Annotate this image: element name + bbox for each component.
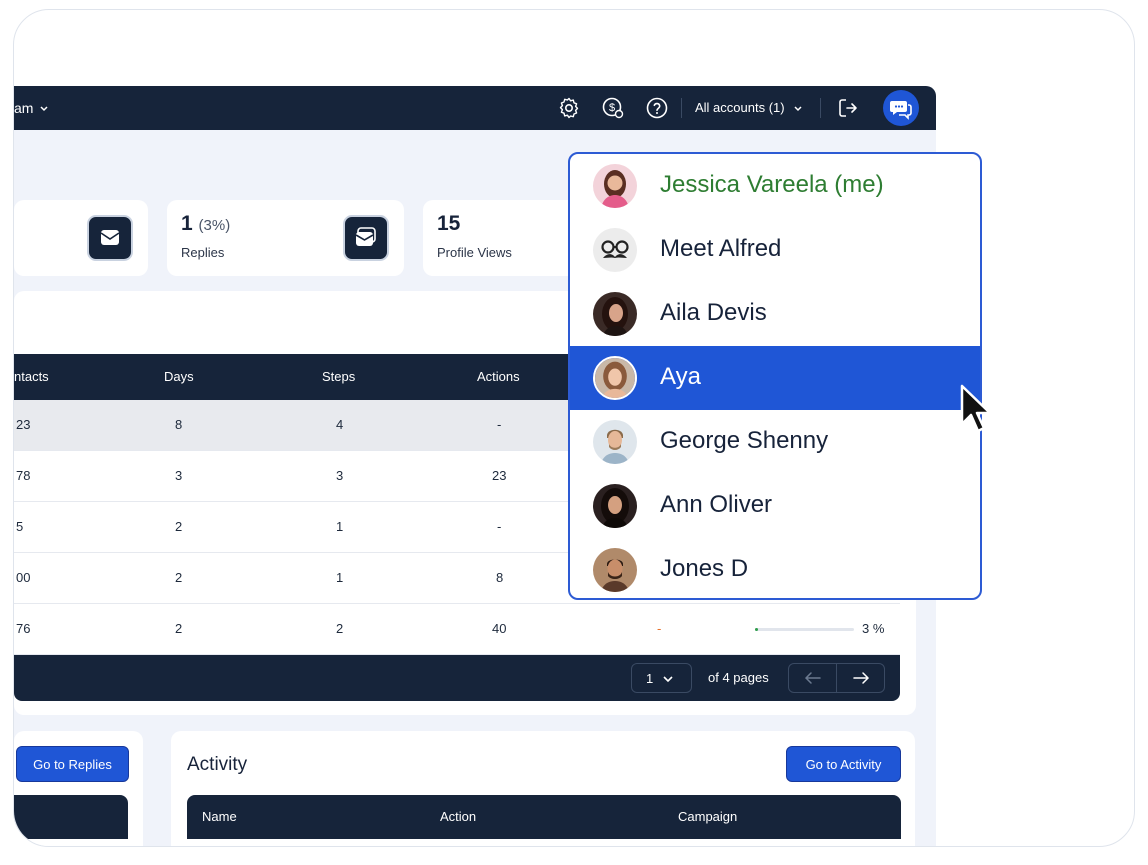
activity-title: Activity (187, 754, 248, 775)
account-item-aila[interactable]: Aila Devis (570, 282, 980, 346)
go-to-activity-button[interactable]: Go to Activity (786, 746, 901, 782)
page-number: 1 (646, 671, 654, 686)
account-item-jones[interactable]: Jones D (570, 538, 980, 598)
col-days[interactable]: Days (164, 369, 194, 384)
cell-steps: 3 (336, 468, 344, 483)
prev-page-button[interactable] (788, 663, 837, 693)
chat-icon (890, 101, 912, 120)
col-actions[interactable]: Actions (477, 369, 520, 384)
page-select[interactable]: 1 (631, 663, 692, 693)
divider (820, 98, 821, 118)
replies-table-header (14, 795, 128, 839)
progress-label: 3 % (862, 621, 885, 636)
account-item-jessica[interactable]: Jessica Vareela (me) (570, 154, 980, 218)
team-selector[interactable]: am (14, 100, 49, 116)
chat-button[interactable] (883, 90, 919, 126)
col-name[interactable]: Name (202, 809, 237, 824)
col-contacts[interactable]: ntacts (14, 369, 49, 384)
cell-days: 2 (175, 621, 183, 636)
progress-fill (755, 628, 758, 631)
avatar (593, 292, 637, 336)
cell-contacts: 23 (16, 417, 31, 432)
cell-actions: 23 (492, 468, 507, 483)
account-name: Meet Alfred (660, 235, 782, 262)
account-name: Jessica Vareela (me) (660, 171, 884, 198)
account-switcher-dropdown: Jessica Vareela (me) Meet Alfred Aila De… (568, 152, 982, 600)
cell-days: 8 (175, 417, 183, 432)
col-steps[interactable]: Steps (322, 369, 355, 384)
cell-contacts: 78 (16, 468, 31, 483)
accounts-label: All accounts (1) (695, 100, 785, 115)
team-label: am (14, 100, 34, 116)
arrow-right-icon (853, 672, 870, 684)
cell-actions: - (497, 519, 502, 534)
page-count-label: of 4 pages (708, 670, 769, 685)
avatar (593, 484, 637, 528)
cell-contacts: 5 (16, 519, 24, 534)
col-campaign[interactable]: Campaign (678, 809, 737, 824)
message-kpi-icon (87, 215, 133, 261)
go-to-replies-button[interactable]: Go to Replies (16, 746, 129, 782)
chevron-down-icon (794, 106, 802, 111)
logout-icon[interactable] (836, 96, 860, 120)
account-item-george[interactable]: George Shenny (570, 410, 980, 474)
replies-count: 1 (3%) (181, 212, 231, 235)
reply-icon (355, 227, 376, 246)
svg-text:$: $ (609, 102, 615, 114)
avatar (593, 164, 637, 208)
accounts-selector[interactable]: All accounts (1) (695, 100, 803, 115)
cell-actions: - (497, 417, 502, 432)
cell-status: - (657, 621, 662, 636)
cell-contacts: 00 (16, 570, 31, 585)
kpi-card-replies: 1 (3%) Replies (167, 200, 404, 276)
cell-steps: 1 (336, 519, 344, 534)
account-item-ann[interactable]: Ann Oliver (570, 474, 980, 538)
cell-days: 2 (175, 570, 183, 585)
kpi-card-messages (14, 200, 148, 276)
progress-bar (755, 628, 854, 631)
cell-actions: 40 (492, 621, 507, 636)
col-action[interactable]: Action (440, 809, 476, 824)
envelope-icon (100, 230, 120, 245)
profile-views-label: Profile Views (437, 245, 512, 260)
account-name: Ann Oliver (660, 491, 773, 518)
cell-contacts: 76 (16, 621, 31, 636)
activity-panel: Activity Go to Activity Name Action Camp… (171, 731, 915, 846)
account-name: Aila Devis (660, 299, 767, 326)
arrow-left-icon (804, 672, 821, 684)
help-icon[interactable] (645, 96, 669, 120)
billing-icon[interactable]: $ (601, 96, 625, 120)
next-page-button[interactable] (836, 663, 885, 693)
account-name: Aya (660, 363, 701, 390)
replies-label: Replies (181, 245, 225, 260)
account-item-alfred[interactable]: Meet Alfred (570, 218, 980, 282)
cell-actions: 8 (496, 570, 504, 585)
top-bar: am $ All accounts (1) (14, 86, 936, 130)
cell-steps: 2 (336, 621, 344, 636)
account-name: George Shenny (660, 427, 829, 454)
cell-steps: 4 (336, 417, 344, 432)
avatar (593, 420, 637, 464)
pagination-bar: 1 of 4 pages (14, 655, 900, 701)
gear-icon[interactable] (557, 96, 581, 120)
account-item-aya[interactable]: Aya (570, 346, 980, 410)
chevron-down-icon (40, 106, 48, 112)
account-name: Jones D (660, 555, 749, 582)
profile-views-count: 15 (437, 212, 461, 235)
replies-kpi-icon (343, 215, 389, 261)
cell-days: 2 (175, 519, 183, 534)
cell-steps: 1 (336, 570, 344, 585)
avatar (593, 548, 637, 592)
mouse-cursor-icon (960, 384, 992, 433)
chevron-down-icon (663, 676, 673, 683)
activity-table-header: Name Action Campaign (187, 795, 901, 839)
avatar (593, 356, 637, 400)
table-row[interactable]: 76 2 2 40 - 3 % (14, 604, 900, 655)
cell-days: 3 (175, 468, 183, 483)
avatar (593, 228, 637, 272)
replies-panel: Go to Replies (14, 731, 143, 846)
divider (681, 98, 682, 118)
